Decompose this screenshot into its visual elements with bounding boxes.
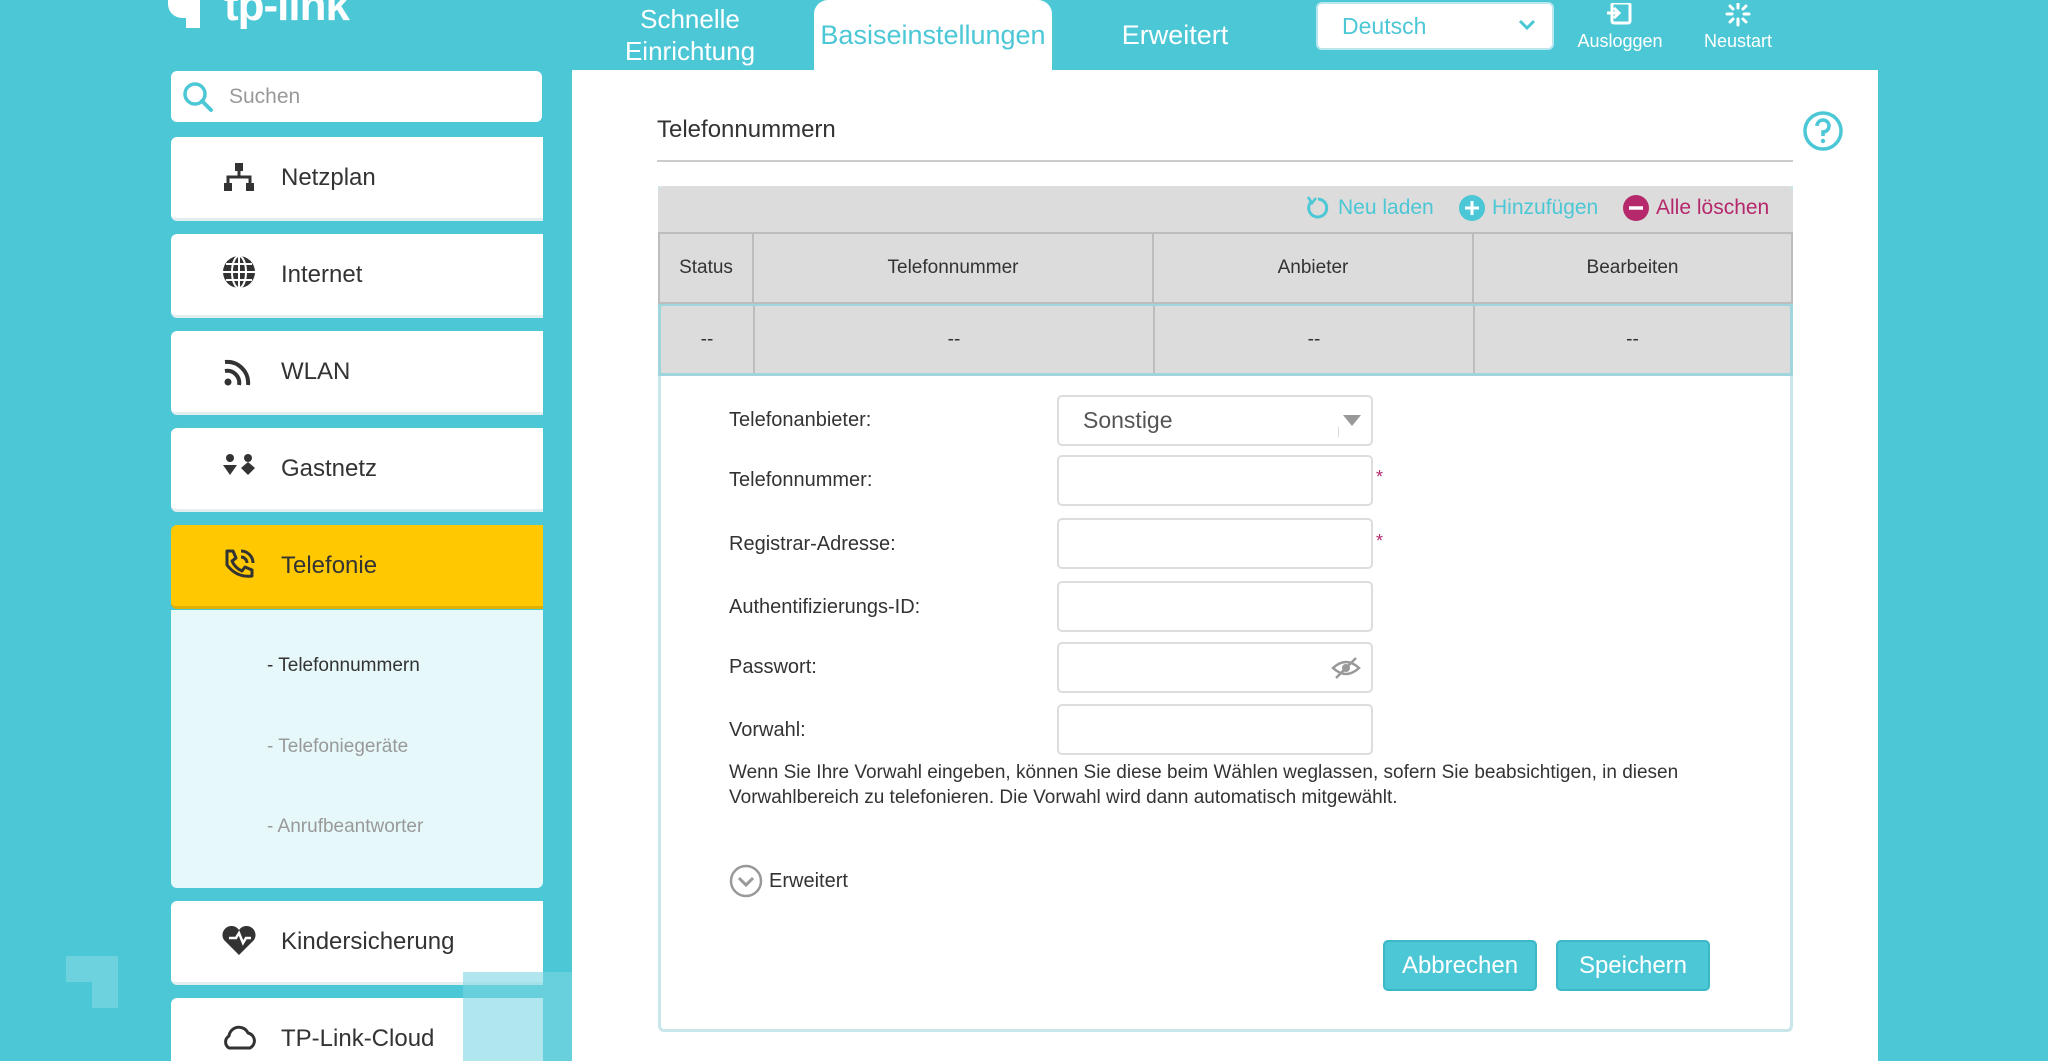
logout-button[interactable]: Ausloggen (1572, 0, 1668, 52)
password-field[interactable] (1057, 642, 1373, 693)
cell-provider: -- (1155, 306, 1475, 373)
title-divider (657, 160, 1793, 162)
logout-label: Ausloggen (1577, 31, 1663, 51)
cell-phone-number: -- (755, 306, 1155, 373)
sidebar-item-label: TP-Link-Cloud (281, 1024, 435, 1052)
area-code-field[interactable] (1057, 704, 1373, 755)
reload-label: Neu laden (1338, 196, 1434, 219)
tab-advanced-label: Erweitert (1121, 20, 1229, 50)
delete-all-label: Alle löschen (1656, 196, 1770, 219)
logout-icon (1607, 3, 1632, 25)
cancel-button[interactable]: Abbrechen (1383, 940, 1537, 991)
sidebar-item-wlan[interactable]: WLAN (171, 331, 543, 415)
sidebar-item-netzplan[interactable]: Netzplan (171, 137, 543, 221)
minus-circle-icon (1623, 195, 1649, 221)
required-marker: * (1376, 531, 1384, 551)
header-phone-number: Telefonnummer (754, 234, 1154, 302)
tab-basic-settings-label: Basiseinstellungen (820, 20, 1046, 50)
submenu-item-telefoniegeraete[interactable]: - Telefoniegeräte (267, 736, 408, 758)
sidebar-item-internet[interactable]: Internet (171, 234, 543, 318)
dropdown-arrow-icon (1343, 415, 1361, 426)
guest-network-icon (223, 454, 255, 475)
submenu-item-anrufbeantworter[interactable]: - Anrufbeantworter (267, 816, 423, 838)
tab-basic-settings[interactable]: Basiseinstellungen (814, 0, 1052, 70)
page-title: Telefonnummern (657, 116, 836, 143)
cell-status: -- (661, 306, 755, 373)
auth-id-field[interactable] (1057, 581, 1373, 632)
reload-button[interactable]: Neu laden (1304, 194, 1434, 222)
tp-link-logo: tp-link (168, 0, 350, 30)
sidebar-item-label: Kindersicherung (281, 927, 455, 955)
phone-number-label: Telefonnummer: (729, 469, 873, 491)
reboot-button[interactable]: Neustart (1694, 0, 1782, 52)
network-map-icon (224, 163, 254, 191)
sidebar-item-label: WLAN (281, 357, 351, 385)
help-icon[interactable] (1802, 110, 1844, 152)
required-marker: * (1376, 467, 1384, 487)
header-status: Status (660, 234, 754, 302)
area-code-label: Vorwahl: (729, 719, 806, 741)
telefonie-submenu: - Telefonnummern - Telefoniegeräte - Anr… (171, 610, 543, 888)
search-icon (183, 82, 213, 112)
advanced-toggle-label: Erweitert (769, 869, 848, 892)
table-header: Status Telefonnummer Anbieter Bearbeiten (658, 232, 1793, 304)
save-button[interactable]: Speichern (1556, 940, 1710, 991)
hide-password-icon[interactable] (1331, 656, 1361, 680)
plus-circle-icon (1459, 195, 1485, 221)
registrar-address-field[interactable] (1057, 518, 1373, 569)
logo-text: tp-link (224, 0, 350, 30)
background-logo-mark (66, 956, 118, 1008)
search-input[interactable]: Suchen (171, 71, 542, 122)
header-provider: Anbieter (1154, 234, 1474, 302)
globe-icon (223, 255, 255, 289)
sidebar-item-label: Gastnetz (281, 454, 378, 482)
cloud-icon (224, 1025, 256, 1050)
sidebar-item-label: Telefonie (281, 551, 378, 579)
provider-select[interactable]: Sonstige (1057, 395, 1373, 446)
wifi-icon (224, 359, 251, 386)
header-edit: Bearbeiten (1586, 257, 1679, 278)
table-toolbar: Neu laden Hinzufügen Alle löschen (658, 186, 1793, 232)
auth-id-label: Authentifizierungs-ID: (729, 596, 921, 618)
search-placeholder: Suchen (229, 84, 301, 108)
tab-quick-setup-line1: Schnelle (640, 4, 740, 34)
sidebar-item-label: Netzplan (281, 163, 376, 191)
select-separator (1338, 427, 1339, 437)
password-label: Passwort: (729, 656, 817, 678)
table-row[interactable]: -- -- -- -- (658, 304, 1793, 376)
add-button[interactable]: Hinzufügen (1458, 194, 1598, 222)
background-decoration (463, 972, 573, 1061)
tab-advanced[interactable]: Erweitert (1090, 0, 1260, 70)
delete-all-button[interactable]: Alle löschen (1622, 194, 1769, 222)
area-code-hint: Wenn Sie Ihre Vorwahl eingeben, können S… (729, 762, 1679, 808)
language-select-value: Deutsch (1342, 12, 1427, 39)
main-panel: Telefonnummern Neu laden Hinzufügen Alle… (572, 70, 1878, 1061)
advanced-toggle[interactable]: Erweitert (729, 864, 848, 898)
tab-quick-setup-line2: Einrichtung (624, 36, 756, 66)
chevron-down-icon (1518, 19, 1536, 31)
registrar-address-label: Registrar-Adresse: (729, 533, 896, 555)
submenu-item-telefonnummern[interactable]: - Telefonnummern (267, 655, 420, 677)
chevron-down-circle-icon (729, 864, 763, 898)
heart-icon (222, 925, 256, 955)
sidebar-item-gastnetz[interactable]: Gastnetz (171, 428, 543, 512)
add-label: Hinzufügen (1492, 196, 1599, 219)
tp-link-logo-mark (168, 0, 216, 28)
phone-icon (225, 549, 255, 578)
tab-quick-setup[interactable]: Schnelle Einrichtung (605, 0, 775, 70)
language-select[interactable]: Deutsch (1316, 2, 1554, 50)
cell-edit: -- (1626, 328, 1639, 350)
reload-icon (1306, 196, 1329, 219)
provider-select-value: Sonstige (1083, 407, 1173, 433)
reboot-label: Neustart (1703, 31, 1773, 51)
phone-number-field[interactable] (1057, 455, 1373, 506)
sidebar-item-label: Internet (281, 260, 363, 288)
provider-label: Telefonanbieter: (729, 409, 872, 431)
reboot-icon (1725, 3, 1751, 27)
sidebar-item-telefonie[interactable]: Telefonie (171, 525, 543, 609)
